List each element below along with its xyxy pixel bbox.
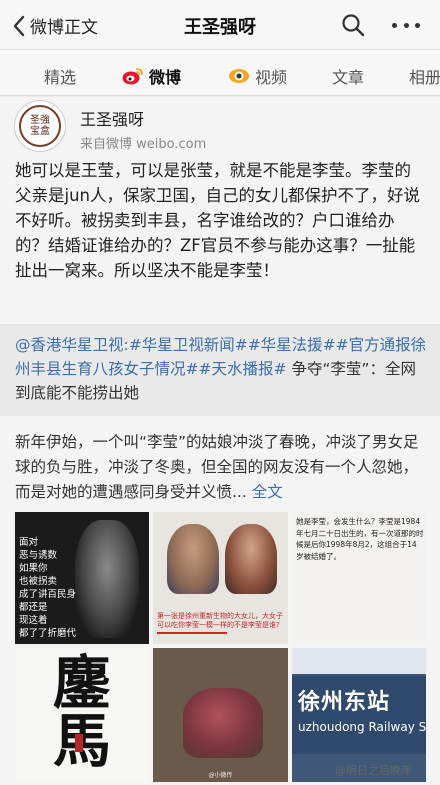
image-5-watermark: @小微传 <box>208 772 233 779</box>
tab-video[interactable]: 视频 <box>228 64 287 88</box>
tab-label: 精选 <box>44 68 77 87</box>
weibo-icon <box>122 68 143 85</box>
image-2-caption: 第一张是徐州重新生物的大女儿，大女子可以吃你李莹一模一样的不是李莹是谁? <box>157 612 283 629</box>
screenshot-watermark: @明日之后晚年 <box>335 764 412 777</box>
tab-label: 微博 <box>149 68 182 87</box>
tab-label: 视频 <box>255 68 288 87</box>
video-icon <box>229 69 249 83</box>
back-label: 微博正文 <box>30 18 98 38</box>
tab-weibo[interactable]: 微博 <box>122 64 181 88</box>
tab-label: 相册 <box>409 68 440 87</box>
repost-text[interactable]: @香港华星卫视:#华星卫视新闻##华星法援##官方通报徐州丰县生育八孩女子情况#… <box>15 333 427 405</box>
page-title: 王圣强呀 <box>184 17 256 38</box>
tab-albums[interactable]: 相册 <box>409 64 440 88</box>
read-full-link[interactable]: 全文 <box>252 483 283 501</box>
sky-area <box>292 648 426 674</box>
image-grid: 面对 恶与诱数 如果你 也被拐卖 成了讲百民身 都还是 现这着 都了了折磨代 第… <box>15 512 426 782</box>
top-bar: 微博正文 王圣强呀 <box>0 0 440 50</box>
tab-articles[interactable]: 文章 <box>332 64 364 88</box>
post-source: 来自微博 weibo.com <box>80 137 207 152</box>
red-seal <box>75 734 83 752</box>
underline-mark <box>157 632 227 634</box>
chevron-left-icon <box>13 15 25 36</box>
image-thumbnail-5[interactable]: @小微传 <box>153 648 288 782</box>
woman-portrait-shape <box>225 524 277 594</box>
image-1-text: 面对 恶与诱数 如果你 也被拐卖 成了讲百民身 都还是 现这着 都了了折磨代 <box>19 537 77 639</box>
avatar[interactable]: 圣強 宝盒 <box>14 100 66 152</box>
calligraphy-glyph: 鏖馬 <box>52 649 111 770</box>
girl-portrait-shape <box>75 520 139 638</box>
article-excerpt: 新年伊始，一个叫“李莹”的姑娘冲淡了春晚，冲淡了男女足球的负与胜，冲淡了冬奥，但… <box>15 430 427 505</box>
post-text: 她可以是王莹，可以是张莹，就是不能是李莹。李莹的父亲是jun人，保家卫国，自己的… <box>15 161 420 280</box>
image-thumbnail-1[interactable]: 面对 恶与诱数 如果你 也被拐卖 成了讲百民身 都还是 现这着 都了了折磨代 <box>15 512 149 644</box>
tab-featured[interactable]: 精选 <box>44 64 76 88</box>
more-options-icon[interactable] <box>392 13 420 37</box>
image-thumbnail-3[interactable]: 她是李莹，会发生什么？李莹是1984年七月二十日出生的，有一次道那的时候是后你1… <box>292 512 426 644</box>
article-text: 新年伊始，一个叫“李莹”的姑娘冲淡了春晚，冲淡了男女足球的负与胜，冲淡了冬奥，但… <box>15 433 419 501</box>
search-icon[interactable] <box>341 13 365 37</box>
chained-woman-figure <box>183 688 263 758</box>
image-3-text: 她是李莹，会发生什么？李莹是1984年七月二十日出生的，有一次道那的时候是后你1… <box>296 517 424 561</box>
man-portrait-shape <box>167 524 219 594</box>
author-name[interactable]: 王圣强呀 <box>80 106 144 130</box>
image-thumbnail-4[interactable]: 鏖馬 <box>15 648 149 782</box>
image-thumbnail-2[interactable]: 第一张是徐州重新生物的大女儿，大女子可以吃你李莹一模一样的不是李莹是谁? <box>153 512 288 644</box>
station-name-en: uzhoudong Railway Station <box>298 720 426 734</box>
avatar-seal-logo: 圣強 宝盒 <box>19 105 61 147</box>
profile-tabs: 精选 微博 视频 文章 相册 <box>0 50 440 96</box>
tab-label: 文章 <box>332 68 365 87</box>
station-name-cn: 徐州东站 <box>298 690 391 715</box>
back-button[interactable]: 微博正文 <box>12 13 98 38</box>
